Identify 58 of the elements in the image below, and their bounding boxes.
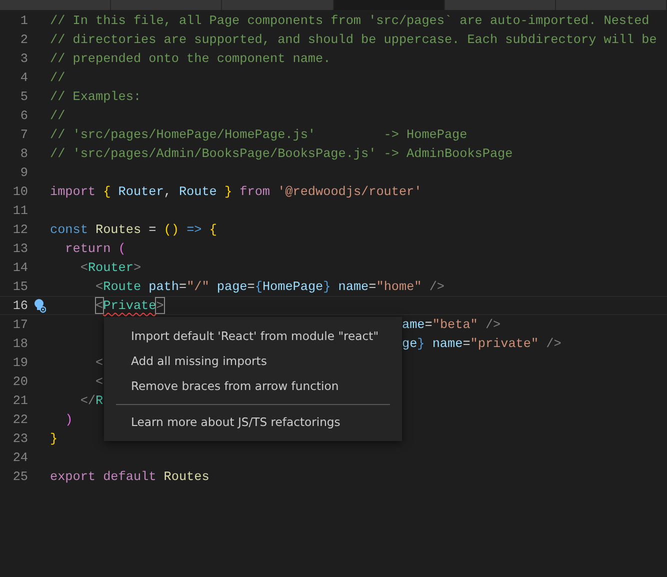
code-line: // <box>50 69 66 87</box>
editor-tab[interactable] <box>334 0 445 10</box>
line-number: 20 <box>12 373 28 391</box>
line-number: 15 <box>12 278 28 296</box>
code-line: ) <box>64 411 73 429</box>
code-line: < <box>94 354 104 372</box>
editor-tab[interactable] <box>111 0 222 10</box>
code-line: < <box>94 373 104 391</box>
line-number: 19 <box>12 354 28 372</box>
editor-tab[interactable] <box>444 0 556 10</box>
line-number: 25 <box>12 468 28 486</box>
editor-tab[interactable] <box>0 0 112 10</box>
code-line: // <box>50 107 66 125</box>
line-number: 2 <box>19 31 28 49</box>
code-line: // directories are supported, and should be uppercase. Each subdirectory will be <box>50 31 657 49</box>
line-number: 6 <box>19 107 28 125</box>
code-fragment: ame="beta" /> <box>402 316 501 334</box>
line-number: 11 <box>12 202 28 220</box>
line-number: 9 <box>19 164 28 182</box>
editor-tab[interactable] <box>222 0 334 10</box>
line-number: 17 <box>12 316 28 334</box>
menu-item[interactable]: Add all missing imports <box>104 349 402 374</box>
line-number: 7 <box>19 126 28 144</box>
code-line: // In this file, all Page components from 'src/pages` are auto-imported. Nested <box>50 12 650 30</box>
line-number: 1 <box>19 12 28 30</box>
line-number: 8 <box>19 145 28 163</box>
lightbulb-icon[interactable] <box>32 298 46 313</box>
line-number: 18 <box>12 335 28 353</box>
menu-item[interactable]: Learn more about JS/TS refactorings <box>104 410 402 435</box>
code-fragment: ge} name="private" /> <box>402 335 562 353</box>
code-line: </R <box>79 392 104 410</box>
line-number: 12 <box>12 221 28 239</box>
code-line: return ( <box>64 240 126 258</box>
code-line: // prepended onto the component name. <box>50 50 331 68</box>
line-number: 22 <box>12 411 28 429</box>
code-line: import { Router, Route } from '@redwoodjs/router' <box>50 183 422 201</box>
editor-tab[interactable] <box>556 0 667 10</box>
line-number: 14 <box>12 259 28 277</box>
code-line: const Routes = () => { <box>50 221 217 239</box>
line-number: 3 <box>19 50 28 68</box>
code-line: } <box>50 430 58 448</box>
line-number: 5 <box>19 88 28 106</box>
line-number: 23 <box>12 430 28 448</box>
code-line: // Examples: <box>50 88 142 106</box>
line-number: 4 <box>19 69 28 87</box>
menu-item[interactable]: Remove braces from arrow function <box>104 374 402 399</box>
code-line: <Route path="/" page={HomePage} name="home" /> <box>94 278 445 296</box>
line-number: 10 <box>12 183 28 201</box>
line-number: 13 <box>12 240 28 258</box>
code-line: // 'src/pages/HomePage/HomePage.js' -> HomePage <box>50 126 468 144</box>
line-number: 24 <box>12 449 28 467</box>
code-line: // 'src/pages/Admin/BooksPage/BooksPage.js' -> AdminBooksPage <box>50 145 513 163</box>
line-number: 21 <box>12 392 28 410</box>
line-number: 16 <box>12 297 28 315</box>
menu-item[interactable]: Import default 'React' from module "react" <box>104 324 402 349</box>
code-line: <Private> <box>94 297 164 315</box>
code-line: export default Routes <box>50 468 210 486</box>
code-line: <Router> <box>79 259 142 277</box>
